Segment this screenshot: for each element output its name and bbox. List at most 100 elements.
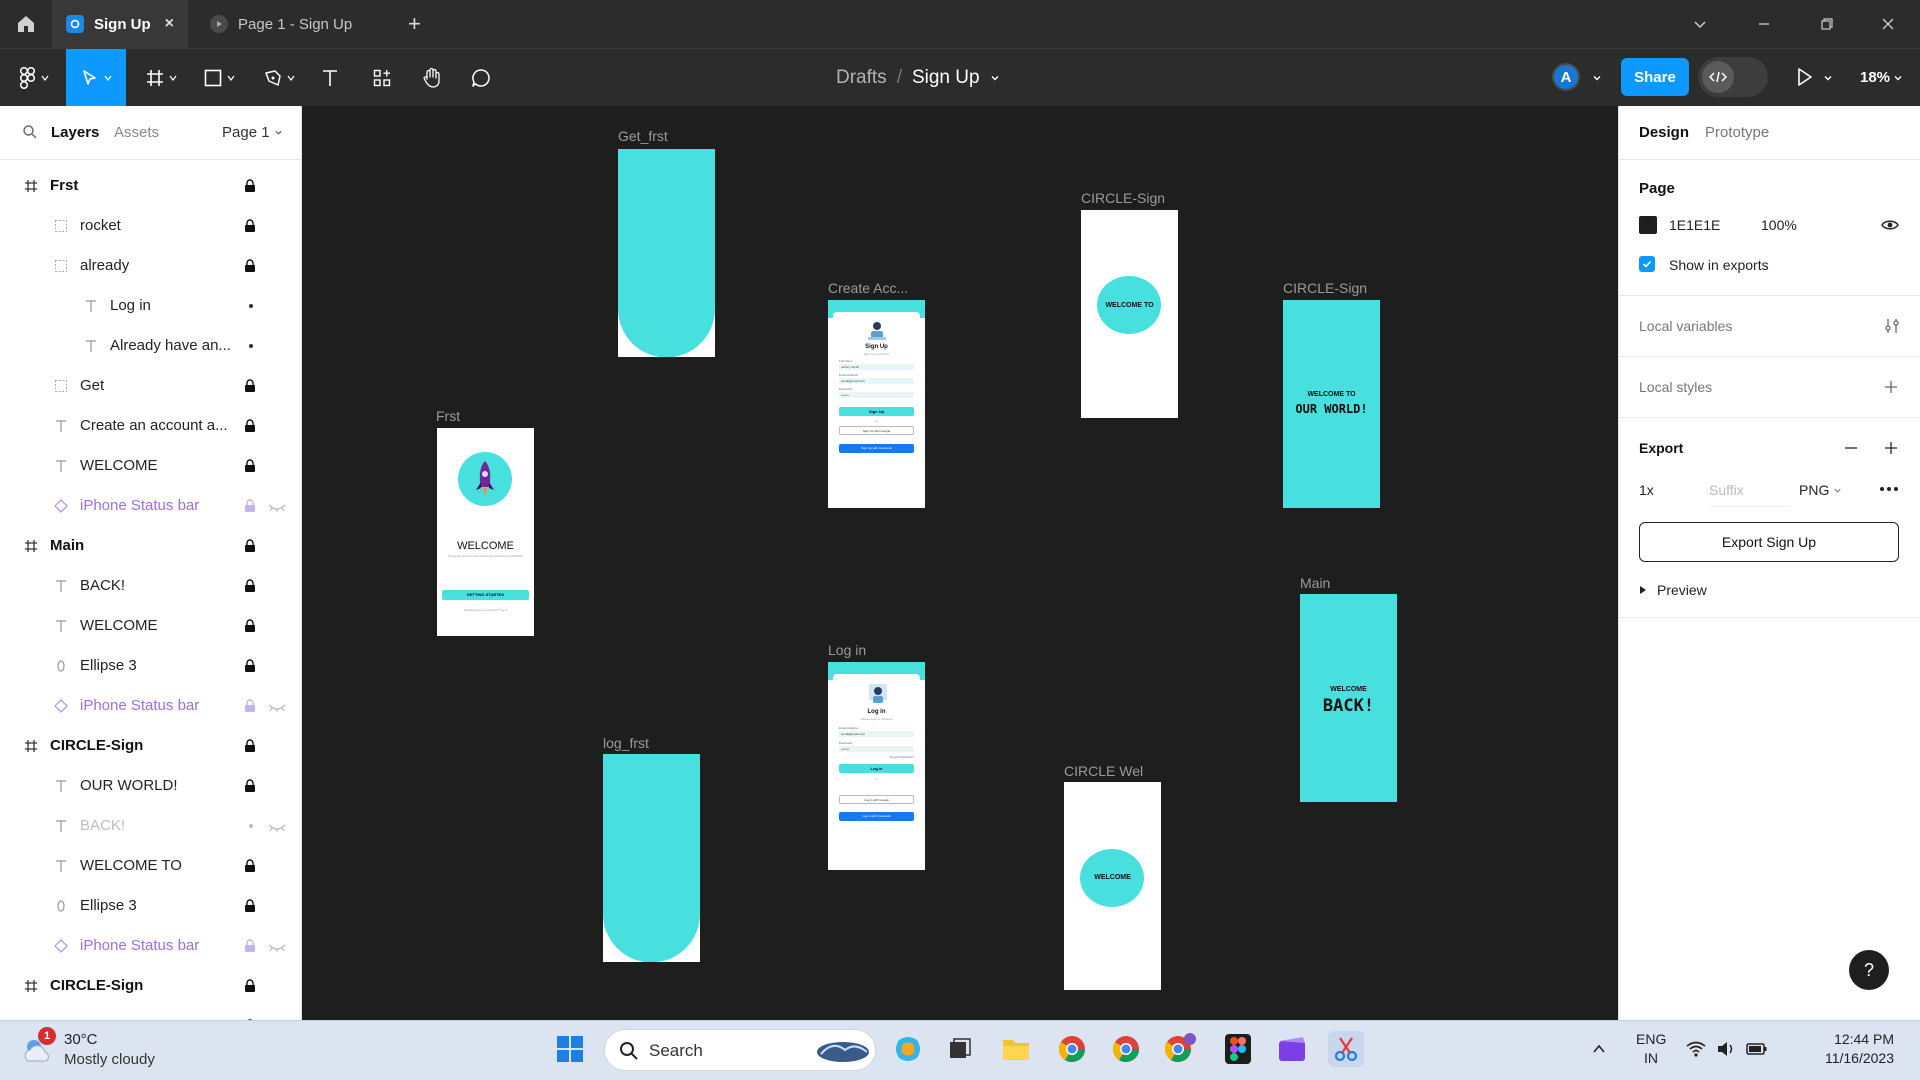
hidden-eye-icon[interactable] — [268, 820, 286, 837]
windows-start-icon[interactable] — [552, 1031, 588, 1067]
lock-icon[interactable] — [244, 699, 256, 717]
layer-row[interactable]: BACK! — [0, 806, 300, 846]
lock-icon[interactable] — [244, 619, 256, 637]
plus-icon[interactable] — [1883, 440, 1899, 456]
language-line-2[interactable]: IN — [1644, 1050, 1658, 1066]
more-options-icon[interactable] — [1879, 486, 1899, 492]
frame-create-account[interactable]: Sign Up Sign up to continue Full Name Jo… — [828, 300, 925, 508]
frame-label-main[interactable]: Main — [1300, 575, 1330, 591]
minus-icon[interactable] — [1843, 440, 1859, 456]
frame-main[interactable]: WELCOME BACK! — [1300, 594, 1397, 802]
export-button[interactable]: Export Sign Up — [1639, 522, 1899, 562]
lock-icon[interactable] — [244, 459, 256, 477]
lock-icon[interactable] — [244, 859, 256, 877]
lock-icon[interactable] — [244, 419, 256, 437]
frame-log-frst[interactable] — [603, 754, 700, 962]
hand-tool-button[interactable] — [418, 49, 446, 107]
lock-icon[interactable] — [244, 779, 256, 797]
page-color-swatch[interactable] — [1639, 216, 1657, 234]
frame-tool-button[interactable] — [140, 49, 182, 107]
restore-icon[interactable] — [1815, 12, 1839, 36]
frame-label-circle-wel[interactable]: CIRCLE Wel — [1064, 763, 1143, 779]
page-color-hex[interactable]: 1E1E1E — [1669, 217, 1720, 233]
avatar[interactable]: A — [1552, 63, 1580, 91]
layer-row-frame[interactable]: CIRCLE-Sign — [0, 726, 300, 766]
page-selector[interactable]: Page 1 — [222, 124, 283, 141]
wifi-icon[interactable] — [1686, 1041, 1706, 1057]
frame-label-get-frst[interactable]: Get_frst — [618, 128, 668, 144]
file-explorer-icon[interactable] — [998, 1031, 1034, 1067]
snipping-tool-icon[interactable] — [1328, 1031, 1364, 1067]
plus-icon[interactable] — [1883, 379, 1899, 395]
dev-mode-toggle[interactable] — [1698, 57, 1768, 97]
layer-row[interactable]: iPhone Status bar — [0, 926, 300, 966]
tab-layers[interactable]: Layers — [51, 124, 99, 141]
layer-row-frame[interactable]: CIRCLE-Sign — [0, 966, 300, 1006]
lock-icon[interactable] — [244, 379, 256, 397]
main-menu-button[interactable] — [14, 49, 54, 107]
page-color-opacity[interactable]: 100% — [1761, 217, 1797, 233]
pen-tool-button[interactable] — [258, 49, 300, 107]
close-tab-icon[interactable]: × — [165, 15, 174, 33]
hidden-eye-icon[interactable] — [268, 940, 286, 957]
help-button[interactable]: ? — [1849, 950, 1889, 990]
layer-row[interactable]: Create an account a... — [0, 406, 300, 446]
lock-icon[interactable] — [244, 939, 256, 957]
window-close-icon[interactable] — [1876, 12, 1900, 36]
layer-dot-icon[interactable] — [249, 344, 253, 348]
frame-label-frst[interactable]: Frst — [436, 408, 460, 424]
share-button[interactable]: Share — [1621, 58, 1689, 96]
file-name[interactable]: Sign Up — [912, 67, 980, 89]
chevron-down-icon[interactable] — [1823, 73, 1833, 83]
canvas[interactable]: Get_frst Frst WELCOME Create an account … — [302, 106, 1618, 1020]
caret-right-icon[interactable] — [1639, 585, 1647, 595]
copilot-icon[interactable] — [890, 1031, 926, 1067]
layer-row[interactable]: WELCOME — [0, 446, 300, 486]
frame-label-log-frst[interactable]: log_frst — [603, 735, 649, 751]
lock-icon[interactable] — [244, 259, 256, 277]
lock-icon[interactable] — [244, 659, 256, 677]
tab-prototype[interactable]: Prototype — [1705, 124, 1769, 141]
volume-icon[interactable] — [1716, 1040, 1736, 1058]
shape-tool-button[interactable] — [198, 49, 240, 107]
resources-tool-button[interactable] — [368, 49, 396, 107]
layer-row-frame[interactable]: Main — [0, 526, 300, 566]
text-tool-button[interactable] — [316, 49, 344, 107]
lock-icon[interactable] — [244, 899, 256, 917]
show-in-exports-checkbox[interactable] — [1639, 256, 1655, 272]
task-view-icon[interactable] — [942, 1031, 978, 1067]
taskbar-search[interactable]: Search — [604, 1029, 876, 1071]
layer-row[interactable]: Ellipse 3 — [0, 646, 300, 686]
preview-toggle[interactable]: Preview — [1657, 582, 1707, 598]
present-play-icon[interactable] — [1796, 67, 1814, 87]
frame-circle-sign[interactable]: WELCOME TO — [1081, 210, 1178, 418]
lock-icon[interactable] — [244, 499, 256, 517]
layer-row[interactable]: WELCOME — [0, 606, 300, 646]
zoom-level[interactable]: 18% — [1860, 69, 1890, 86]
layer-row[interactable]: iPhone Status bar — [0, 686, 300, 726]
lock-icon[interactable] — [244, 219, 256, 237]
new-tab-button[interactable]: + — [408, 12, 421, 36]
chevron-down-icon[interactable] — [1592, 73, 1602, 83]
lock-icon[interactable] — [244, 739, 256, 757]
tab-page-1-sign-up[interactable]: Page 1 - Sign Up — [196, 0, 394, 48]
tab-design[interactable]: Design — [1639, 124, 1689, 141]
hidden-eye-icon[interactable] — [268, 500, 286, 517]
lock-icon[interactable] — [244, 539, 256, 557]
variables-adjust-icon[interactable] — [1883, 317, 1901, 335]
clock-date[interactable]: 11/16/2023 — [1802, 1050, 1894, 1066]
home-icon[interactable] — [14, 12, 38, 36]
language-line-1[interactable]: ENG — [1636, 1031, 1666, 1047]
layer-row[interactable]: BACK! — [0, 1006, 300, 1020]
local-variables-label[interactable]: Local variables — [1639, 318, 1732, 334]
eye-icon[interactable] — [1881, 219, 1899, 231]
comment-tool-button[interactable] — [467, 49, 495, 107]
chrome-profile-a-icon[interactable] — [1162, 1031, 1198, 1067]
frame-label-create-account[interactable]: Create Acc... — [828, 280, 908, 296]
chrome-icon[interactable] — [1108, 1031, 1144, 1067]
tab-sign-up[interactable]: Sign Up × — [52, 0, 188, 48]
layer-row[interactable]: Already have an... — [0, 326, 300, 366]
chrome-profile-icon[interactable] — [1054, 1031, 1090, 1067]
chevron-up-icon[interactable] — [1592, 1043, 1606, 1055]
layer-row[interactable]: rocket — [0, 206, 300, 246]
